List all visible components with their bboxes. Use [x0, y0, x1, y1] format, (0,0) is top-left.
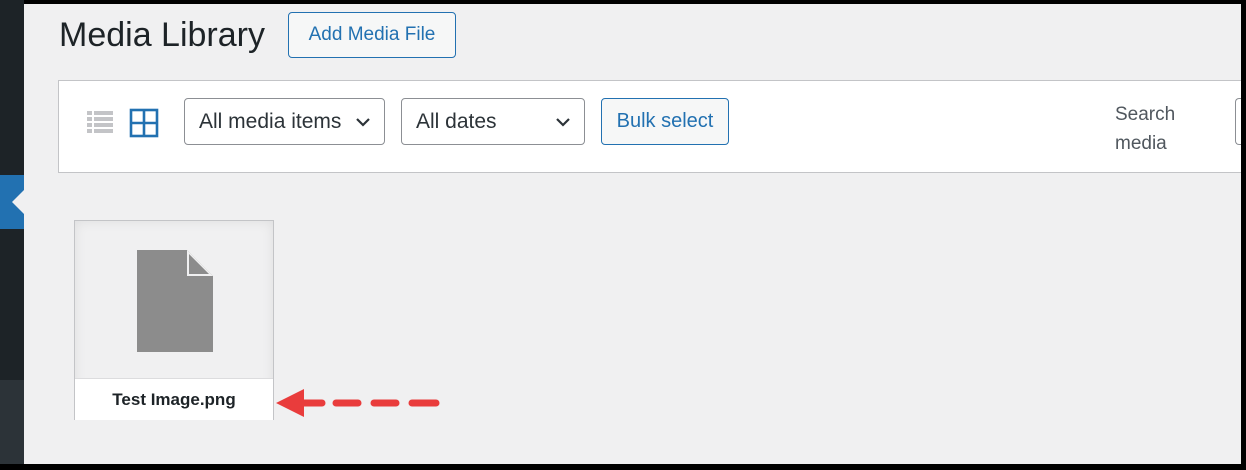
sidebar-current-arrow-icon: [12, 190, 24, 214]
chevron-down-icon: [556, 118, 570, 127]
date-filter-select[interactable]: All dates: [401, 98, 585, 145]
media-type-filter-select[interactable]: All media items: [184, 98, 385, 145]
admin-sidebar: [0, 0, 24, 470]
bulk-select-button[interactable]: Bulk select: [601, 98, 729, 145]
grid-view-icon[interactable]: [129, 108, 159, 138]
media-attachment-tile[interactable]: Test Image.png: [74, 220, 274, 420]
chevron-down-icon: [356, 118, 370, 127]
screenshot-frame-bottom: [0, 464, 1246, 470]
admin-sidebar-lower: [0, 380, 24, 470]
screenshot-frame-right: [1241, 0, 1246, 470]
screenshot-frame-top: [0, 0, 1246, 4]
media-type-filter-value: All media items: [199, 110, 342, 133]
annotation-arrow-icon: [276, 389, 440, 417]
search-media-label: Search media: [1115, 104, 1176, 154]
document-icon: [137, 250, 213, 352]
date-filter-value: All dates: [416, 110, 497, 133]
media-toolbar: All media items All dates Bulk select Se…: [58, 80, 1246, 173]
attachment-filename: Test Image.png: [75, 378, 273, 420]
list-view-icon[interactable]: [85, 108, 115, 138]
page-title: Media Library: [59, 16, 265, 54]
add-media-file-button[interactable]: Add Media File: [288, 12, 456, 58]
